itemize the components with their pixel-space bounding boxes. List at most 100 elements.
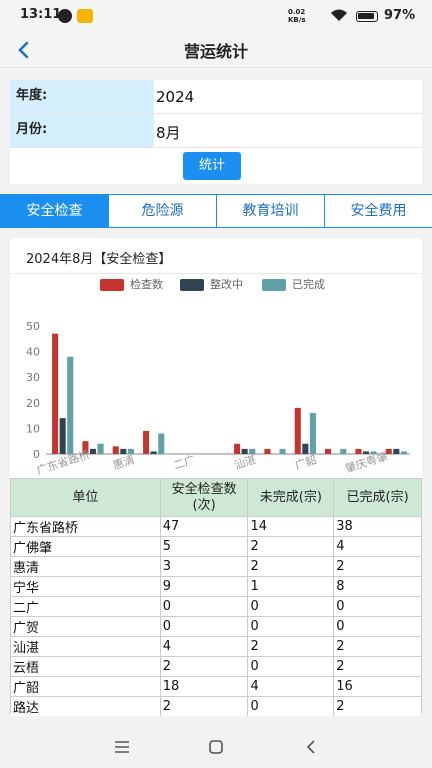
chart-legend: 检查数 整改中 已完成	[10, 278, 422, 294]
table-cell: 4	[247, 676, 335, 697]
bar	[279, 448, 286, 454]
y-tick-label: 40	[26, 346, 40, 359]
table-cell: 云梧	[10, 656, 161, 677]
bar	[234, 443, 241, 454]
table-row: 广佛肇 5 2 4	[10, 536, 422, 557]
table-cell: 二广	[10, 596, 161, 617]
col-header-inspections: 安全检查数 (次)	[159, 478, 249, 517]
year-field[interactable]: 2024	[156, 80, 194, 113]
bar	[355, 448, 362, 454]
table-cell: 0	[333, 596, 422, 617]
year-label: 年度:	[10, 80, 154, 113]
table-cell: 0	[247, 696, 335, 716]
back-icon[interactable]	[300, 736, 324, 758]
chart-card: 2024年8月【安全检查】 检查数 整改中 已完成 0 10 20 30 40 50 广东省…	[10, 238, 422, 716]
table-cell: 宁华	[10, 576, 161, 597]
bar	[400, 451, 407, 454]
tab-hazard-source[interactable]: 危险源	[108, 194, 217, 228]
legend-swatch-completed	[262, 279, 286, 291]
table-cell: 2	[247, 636, 335, 657]
table-cell: 1	[247, 576, 335, 597]
table-header-row: 单位 安全检查数 (次) 未完成(宗) 已完成(宗)	[10, 478, 422, 517]
x-tick-label: 广韶	[293, 452, 318, 472]
table-cell: 0	[159, 616, 249, 637]
app-header: 营运统计	[0, 32, 432, 68]
bar	[158, 433, 165, 454]
table-cell: 惠清	[10, 556, 161, 577]
bar	[67, 356, 74, 454]
table-cell: 路达	[10, 696, 161, 716]
legend-swatch-rectifying	[180, 279, 204, 291]
table-row: 广韶 18 4 16	[10, 676, 422, 697]
bar-chart: 01020304050广东省路桥 惠清 二广 汕湛 广韶 肇庆粤肇	[26, 320, 410, 477]
table-row: 惠清 3 2 2	[10, 556, 422, 577]
table-cell: 汕湛	[10, 636, 161, 657]
network-speed: 0.02 KB/s	[288, 8, 305, 24]
table-cell: 2	[247, 536, 335, 557]
bar	[393, 448, 400, 454]
table-cell: 38	[333, 516, 422, 537]
bar	[362, 451, 370, 454]
bar	[59, 418, 66, 454]
table-cell: 广东省路桥	[10, 516, 161, 537]
col-header-unit: 单位	[10, 478, 161, 517]
table-cell: 14	[247, 516, 335, 537]
status-bar: 13:11 0.02 KB/s 97%	[0, 0, 432, 32]
legend-label-completed: 已完成	[292, 278, 325, 291]
bar	[143, 430, 150, 454]
tab-education-training[interactable]: 教育培训	[216, 194, 325, 228]
menu-icon[interactable]	[110, 736, 134, 758]
wifi-icon	[331, 9, 347, 21]
tab-safety-inspection[interactable]: 安全检查	[0, 194, 109, 228]
bar	[340, 448, 347, 454]
bar	[309, 413, 316, 454]
legend-swatch-inspections	[100, 279, 124, 291]
page-title: 营运统计	[183, 42, 248, 61]
table-row: 路达 2 0 2	[10, 696, 422, 716]
statistics-button[interactable]: 统计	[183, 152, 241, 180]
table-cell: 广贺	[10, 616, 161, 637]
month-label: 月份:	[10, 114, 154, 147]
table-cell: 2	[159, 656, 249, 677]
table-cell: 18	[159, 676, 249, 697]
y-tick-label: 50	[26, 320, 40, 333]
battery-icon	[356, 11, 378, 22]
table-cell: 4	[333, 536, 422, 557]
app-notification-icon	[77, 9, 93, 23]
table-cell: 16	[333, 676, 422, 697]
table-cell: 2	[333, 556, 422, 577]
month-field[interactable]: 8月	[156, 114, 181, 147]
home-icon[interactable]	[204, 736, 228, 758]
bar	[89, 448, 97, 454]
bar	[325, 448, 332, 454]
table-cell: 2	[333, 636, 422, 657]
table-row: 汕湛 4 2 2	[10, 636, 422, 657]
x-tick-label: 汕湛	[233, 453, 258, 472]
tab-safety-cost[interactable]: 安全费用	[324, 194, 432, 228]
bar	[52, 333, 59, 454]
legend-label-inspections: 检查数	[130, 278, 163, 291]
table-cell: 2	[247, 556, 335, 577]
bar	[302, 443, 309, 454]
bar	[294, 407, 301, 454]
table-cell: 3	[159, 556, 249, 577]
network-speed-unit: KB/s	[288, 16, 306, 24]
system-nav-bar	[0, 726, 432, 768]
table-cell: 2	[159, 696, 249, 716]
bar	[120, 448, 127, 454]
x-tick-label: 惠清	[111, 452, 136, 472]
table-cell: 9	[159, 576, 249, 597]
x-tick-label: 二广	[172, 453, 197, 472]
year-row: 年度: 2024	[10, 80, 422, 114]
divider	[10, 273, 422, 274]
y-tick-label: 0	[33, 448, 40, 461]
table-row: 云梧 2 0 2	[10, 656, 422, 677]
col-header-incomplete: 未完成(宗)	[247, 478, 335, 517]
query-form: 年度: 2024 月份: 8月 统计	[10, 80, 422, 184]
bar	[241, 448, 248, 454]
month-row: 月份: 8月	[10, 114, 422, 148]
y-tick-label: 10	[26, 422, 40, 435]
table-row: 二广 0 0 0	[10, 596, 422, 617]
y-tick-label: 30	[26, 371, 40, 384]
table-row: 广贺 0 0 0	[10, 616, 422, 637]
